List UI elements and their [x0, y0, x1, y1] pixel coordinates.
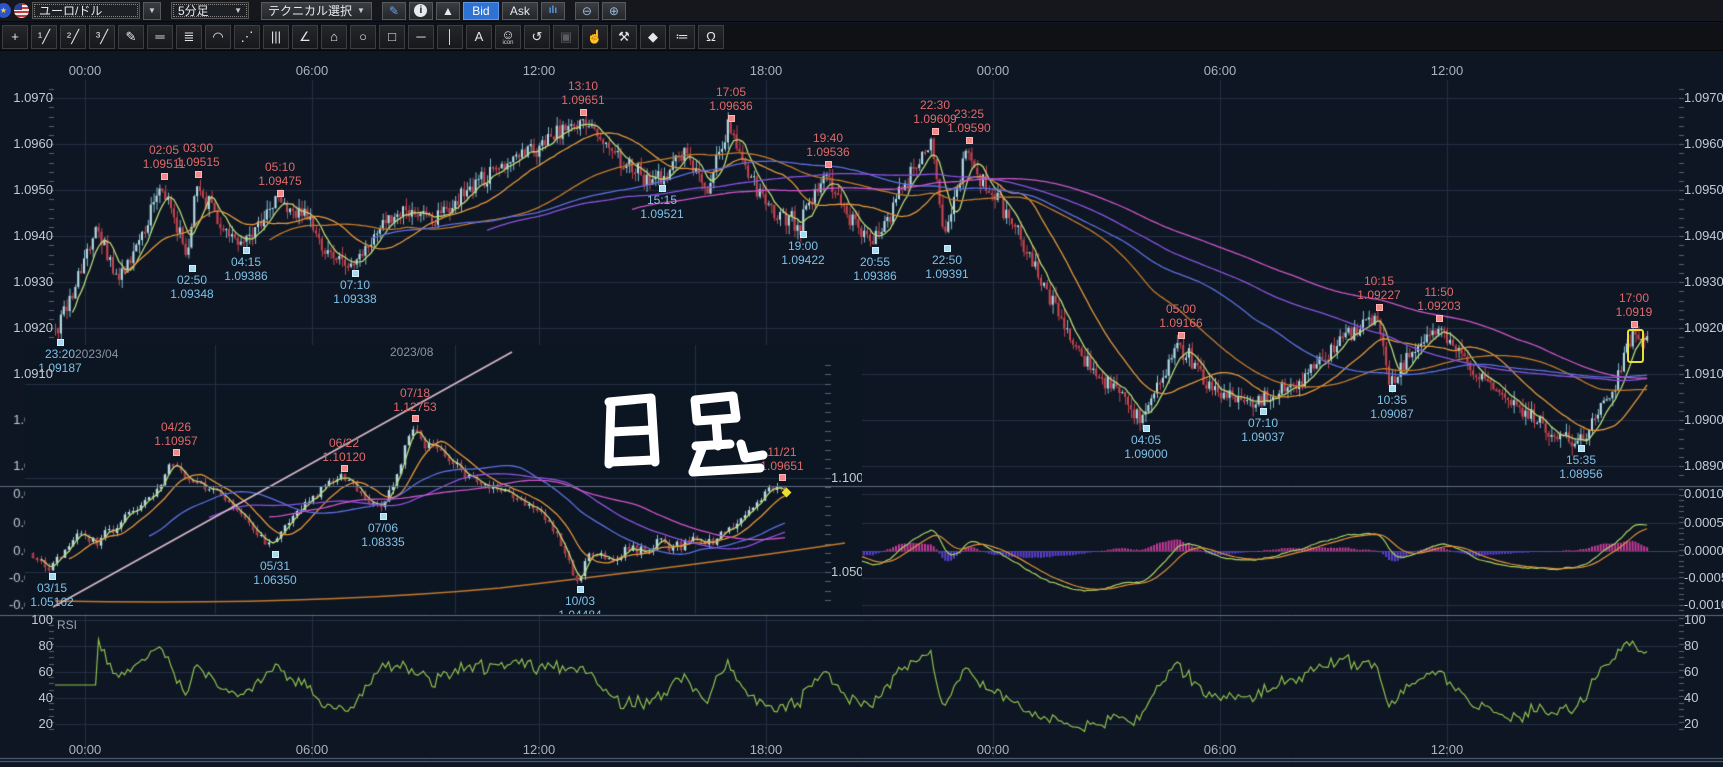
technical-select-button[interactable]: テクニカル選択 ▼ — [261, 2, 372, 20]
settings-tool[interactable]: ⚒ — [611, 25, 637, 49]
fibonacci-arc-tool-icon: ◠ — [212, 30, 223, 43]
zoom-out-icon: ⊖ — [582, 4, 592, 18]
trendline-2-tool[interactable]: ²╱ — [60, 25, 86, 49]
hand-tool[interactable]: ☝ — [582, 25, 608, 49]
draw-pencil-button[interactable]: ✎ — [382, 2, 406, 20]
info-button[interactable]: i — [409, 2, 433, 20]
history-tool-icon: ↺ — [532, 30, 543, 43]
indicator-settings-tool-icon: ≔ — [676, 30, 689, 43]
zoom-out-button[interactable]: ⊖ — [575, 2, 599, 20]
candle-chart-button[interactable]: ılı — [541, 2, 565, 20]
fibonacci-arc-tool[interactable]: ◠ — [205, 25, 231, 49]
usd-flag-icon — [14, 3, 29, 18]
pair-selector[interactable]: ユーロ/ドル — [32, 2, 140, 19]
magnet-tool[interactable]: Ω — [698, 25, 724, 49]
fan-lines-tool-icon: ⋰ — [241, 30, 254, 43]
ask-toggle-button[interactable]: Ask — [502, 2, 538, 20]
trendline-3-tool-icon: ³╱ — [96, 30, 108, 43]
indicator-settings-tool[interactable]: ≔ — [669, 25, 695, 49]
parallel-lines-tool-icon: ═ — [155, 30, 164, 43]
marker-pen-tool[interactable]: ✎ — [118, 25, 144, 49]
horizontal-line-tool[interactable]: ─ — [408, 25, 434, 49]
pair-selector-value: ユーロ/ドル — [39, 2, 102, 19]
trendline-1-tool[interactable]: ¹╱ — [31, 25, 57, 49]
copy-tool[interactable]: ▣ — [553, 25, 579, 49]
info-icon: i — [414, 4, 427, 17]
multi-lines-tool[interactable]: ≣ — [176, 25, 202, 49]
text-tool[interactable]: A — [466, 25, 492, 49]
mountain-chart-icon: ▲ — [442, 4, 454, 18]
horizontal-line-tool-icon: ─ — [416, 30, 425, 43]
chevron-down-icon: ▼ — [234, 6, 242, 15]
rectangle-tool-icon: □ — [388, 30, 396, 43]
trendline-2-tool-icon: ²╱ — [67, 30, 79, 43]
pentagon-tool[interactable]: ⌂ — [321, 25, 347, 49]
parallel-lines-tool[interactable]: ═ — [147, 25, 173, 49]
vertical-line-tool-icon: │ — [446, 30, 454, 43]
chart-surface[interactable] — [0, 0, 1723, 767]
trendline-1-tool-icon: ¹╱ — [38, 30, 50, 43]
ellipse-tool-icon: ○ — [359, 30, 367, 43]
eraser-tool-icon: ◆ — [648, 30, 658, 43]
marker-pen-tool-icon: ✎ — [126, 30, 137, 43]
trendline-3-tool[interactable]: ³╱ — [89, 25, 115, 49]
handwritten-daily-note — [595, 388, 770, 483]
rectangle-tool[interactable]: □ — [379, 25, 405, 49]
gann-fan-tool-icon: ∠ — [299, 30, 311, 43]
chart-type-button[interactable]: ▲ — [436, 2, 460, 20]
multi-lines-tool-icon: ≣ — [184, 30, 195, 43]
copy-tool-icon: ▣ — [560, 30, 572, 43]
timeframe-value: 5分足 — [178, 2, 209, 19]
pair-dropdown-button[interactable]: ▼ — [143, 2, 161, 20]
icon-stamp-tool[interactable]: ☺icon — [495, 25, 521, 49]
main-toolbar: ★ ユーロ/ドル ▼ 5分足 ▼ テクニカル選択 ▼ ✎ i ▲ Bid — [0, 0, 1723, 22]
eraser-tool[interactable]: ◆ — [640, 25, 666, 49]
chevron-down-icon: ▼ — [148, 6, 156, 15]
chevron-down-icon: ▼ — [357, 6, 365, 15]
history-tool[interactable]: ↺ — [524, 25, 550, 49]
fx-trading-app: ★ ユーロ/ドル ▼ 5分足 ▼ テクニカル選択 ▼ ✎ i ▲ Bid — [0, 0, 1723, 767]
crosshair-tool-icon: + — [11, 30, 19, 43]
zoom-in-icon: ⊕ — [609, 4, 619, 18]
crosshair-tool[interactable]: + — [2, 25, 28, 49]
candle-chart-icon: ılı — [549, 5, 557, 16]
ellipse-tool[interactable]: ○ — [350, 25, 376, 49]
drawing-toolbar: + ¹╱ ²╱ ³╱ ✎ ═ ≣ ◠ ⋰ ||| ∠ ⌂ ○ □ ─ │ A ☺icon ↺ ▣ ☝ ⚒ ◆ ≔ Ω — [0, 23, 1723, 51]
timeframe-selector[interactable]: 5分足 ▼ — [171, 2, 249, 19]
fan-lines-tool[interactable]: ⋰ — [234, 25, 260, 49]
pentagon-tool-icon: ⌂ — [330, 30, 338, 43]
time-zones-tool-icon: ||| — [271, 30, 281, 43]
magnet-tool-icon: Ω — [706, 30, 716, 43]
bid-toggle-button[interactable]: Bid — [463, 2, 499, 20]
pencil-icon: ✎ — [389, 4, 399, 18]
time-zones-tool[interactable]: ||| — [263, 25, 289, 49]
text-tool-icon: A — [475, 30, 484, 43]
gann-fan-tool[interactable]: ∠ — [292, 25, 318, 49]
hand-tool-icon: ☝ — [587, 30, 603, 43]
zoom-in-button[interactable]: ⊕ — [602, 2, 626, 20]
eur-flag-icon: ★ — [0, 3, 11, 18]
settings-tool-icon: ⚒ — [618, 30, 630, 43]
vertical-line-tool[interactable]: │ — [437, 25, 463, 49]
